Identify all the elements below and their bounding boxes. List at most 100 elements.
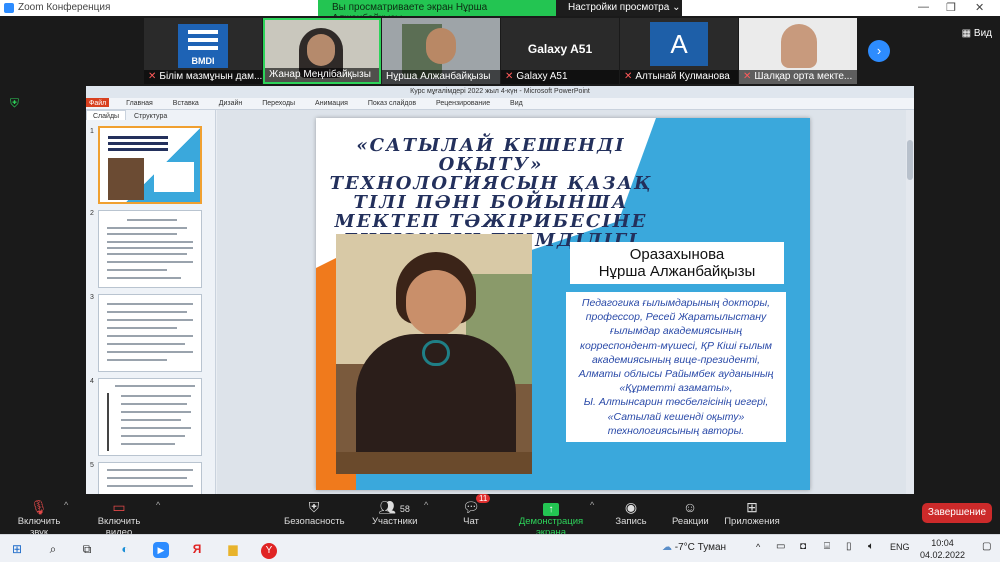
webcam-icon[interactable]: ◘: [800, 541, 806, 552]
tab-slides[interactable]: Слайды: [86, 110, 127, 120]
ppt-ribbon: Файл Главная Вставка Дизайн Переходы Ани…: [86, 98, 914, 110]
start-video-button[interactable]: ▭ Включить видео: [84, 498, 154, 538]
slide-thumbnail-4[interactable]: [98, 378, 202, 456]
participant-tile-active[interactable]: Жанар Меңлібайқызы: [263, 18, 381, 84]
end-meeting-button[interactable]: Завершение: [922, 503, 992, 523]
yandex-icon[interactable]: Я: [188, 540, 206, 558]
chevron-up-icon[interactable]: ^: [424, 500, 428, 510]
participants-strip: BMDI ✕ Білім мазмұнын дам... Жанар Меңліб…: [0, 16, 1000, 86]
chat-label: Чат: [463, 516, 479, 527]
vertical-scrollbar[interactable]: [906, 110, 914, 494]
chevron-up-icon[interactable]: ^: [64, 500, 68, 510]
search-icon[interactable]: ⌕: [44, 540, 62, 558]
share-banner-text: Вы просматриваете экран Нұрша Алжанбайқы…: [318, 0, 556, 24]
chat-badge: 11: [476, 494, 491, 503]
slide-thumbnail-1[interactable]: [98, 126, 202, 204]
participant-tile[interactable]: A ✕ Алтынай Кулманова: [620, 18, 738, 84]
shield-icon: ⛨: [10, 96, 20, 110]
view-options-button[interactable]: Настройки просмотра ⌄: [568, 2, 680, 13]
participants-count: 58: [399, 504, 410, 514]
view-options-label: Настройки просмотра: [568, 2, 670, 13]
slide-thumbnail-3[interactable]: [98, 294, 202, 372]
record-button[interactable]: ◉ Запись: [614, 498, 648, 527]
participants-button[interactable]: 👥︎ 58 Участники: [372, 498, 417, 527]
clock-time: 10:04: [931, 538, 954, 548]
battery-icon[interactable]: ▯: [846, 541, 852, 552]
mic-muted-icon: 🎙︎: [30, 499, 48, 515]
chevron-down-icon: ⌄: [672, 2, 681, 13]
zoom-icon[interactable]: ▶: [153, 542, 169, 558]
apps-label: Приложения: [724, 516, 780, 527]
ribbon-tab-file[interactable]: Файл: [86, 98, 110, 107]
next-page-button[interactable]: ›: [868, 40, 890, 62]
participant-name: ✕ Алтынай Кулманова: [620, 70, 738, 84]
reactions-label: Реакции: [672, 516, 709, 527]
ribbon-tab-insert[interactable]: Вставка: [170, 98, 202, 107]
ribbon-tab-slideshow[interactable]: Показ слайдов: [365, 98, 419, 107]
record-icon: ◉: [624, 499, 638, 515]
bmdi-logo-text: BMDI: [191, 56, 215, 66]
task-view-icon[interactable]: ⧉: [78, 540, 96, 558]
ribbon-tab-home[interactable]: Главная: [123, 98, 156, 107]
slide-thumbnail-2[interactable]: [98, 210, 202, 288]
participant-video: [426, 28, 456, 64]
bio-line: академиясының вице-президенті,: [591, 353, 761, 366]
participant-tile[interactable]: BMDI ✕ Білім мазмұнын дам...: [144, 18, 262, 84]
mic-muted-icon: ✕: [624, 71, 633, 82]
tray-chevron-icon[interactable]: ^: [756, 542, 760, 552]
edge-icon[interactable]: ◐: [116, 540, 134, 558]
share-screen-button[interactable]: ↑ Демонстрация экрана: [504, 498, 598, 538]
slide-number: 5: [90, 462, 94, 469]
participant-tile-label: Galaxy A51: [527, 42, 593, 56]
zoom-logo-icon: [4, 3, 14, 13]
tab-outline[interactable]: Структура: [128, 111, 173, 120]
language-indicator[interactable]: ENG: [890, 542, 910, 552]
participant-tile[interactable]: Нұрша Алжанбайқызы: [382, 18, 500, 84]
yandex-browser-icon[interactable]: Y: [261, 543, 277, 559]
presenter-photo: [336, 234, 532, 474]
ribbon-tab-transitions[interactable]: Переходы: [259, 98, 298, 107]
unmute-button[interactable]: 🎙︎ Включить звук: [8, 498, 70, 538]
windows-start-icon[interactable]: ⊞: [8, 540, 26, 558]
ribbon-tab-animation[interactable]: Анимация: [312, 98, 351, 107]
view-button[interactable]: ▦ Вид: [962, 28, 992, 39]
ribbon-tab-design[interactable]: Дизайн: [216, 98, 246, 107]
slide-number: 4: [90, 378, 94, 385]
slide-thumbnail-5[interactable]: [98, 462, 202, 494]
maximize-icon[interactable]: ❐: [946, 1, 956, 14]
weather-widget[interactable]: ☁ -7°C Туман: [662, 542, 726, 553]
volume-icon[interactable]: 🔈︎: [868, 541, 874, 552]
mic-muted-icon: ✕: [505, 71, 514, 82]
participants-icon: 👥︎ 58: [378, 499, 410, 515]
ribbon-tab-view[interactable]: Вид: [507, 98, 526, 107]
slide-number: 3: [90, 294, 94, 301]
ppt-window-title: Курс мұғалімдері 2022 жыл 4-күн - Micros…: [86, 86, 914, 98]
mic-muted-icon: ✕: [743, 71, 752, 82]
participant-tile[interactable]: ✕ Шалқар орта мекте...: [739, 18, 857, 84]
network-wired-icon[interactable]: ⌸: [824, 541, 830, 552]
participant-name: Жанар Меңлібайқызы: [265, 68, 379, 82]
security-button[interactable]: ⛨ Безопасность: [284, 498, 345, 527]
folder-icon[interactable]: ▆: [224, 540, 242, 558]
reactions-icon: ☺: [682, 499, 698, 515]
reactions-button[interactable]: ☺ Реакции: [672, 498, 709, 527]
bio-line: «Сатылай кешенді оқыту»: [607, 410, 745, 423]
chevron-up-icon[interactable]: ^: [156, 500, 160, 510]
chevron-up-icon[interactable]: ^: [590, 500, 594, 510]
taskbar: ⊞ ⌕ ⧉ ◐ ▶ Я ▆ Y ☁ -7°C Туман ^ ▭ ◘ ⌸ ▯ 🔈…: [0, 534, 1000, 562]
minimize-icon[interactable]: —: [918, 1, 929, 13]
bio-line: корреспондент-мүшесі, ҚР Кіші ғылым: [580, 339, 772, 352]
system-clock[interactable]: 10:04 04.02.2022: [920, 537, 965, 561]
ribbon-tab-review[interactable]: Рецензирование: [433, 98, 493, 107]
notifications-icon[interactable]: ▢: [982, 541, 991, 552]
apps-button[interactable]: ⊞ Приложения: [724, 498, 780, 527]
slide: «САТЫЛАЙ КЕШЕНДІ ОҚЫТУ» ТЕХНОЛОГИЯСЫН ҚА…: [316, 118, 810, 490]
cloud-icon: ☁: [662, 542, 672, 553]
close-icon[interactable]: ✕: [975, 1, 984, 14]
bio-line: Алматы облысы Райымбек ауданының: [578, 368, 774, 381]
network-icon[interactable]: ▭: [776, 541, 785, 552]
participant-tile[interactable]: Galaxy A51 ✕ Galaxy A51: [501, 18, 619, 84]
presenter-bio: Педагогика ғылымдарының докторы, професс…: [566, 292, 786, 442]
scrollbar-thumb[interactable]: [907, 140, 913, 180]
participant-name: ✕ Galaxy A51: [501, 70, 619, 84]
